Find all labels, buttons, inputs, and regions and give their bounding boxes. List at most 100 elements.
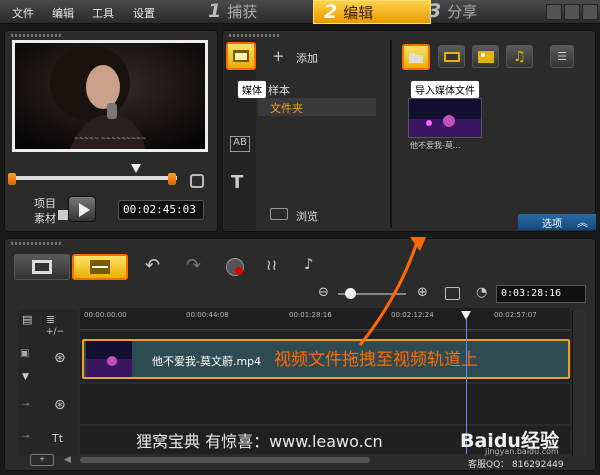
video-track-icon: ⊛	[54, 350, 66, 366]
menu-bar: 文件 编辑 工具 设置 1 捕获 2 编辑 3 分享	[0, 0, 600, 24]
timeline-icon	[90, 260, 110, 274]
trim-bar[interactable]	[12, 176, 177, 180]
media-button[interactable]	[226, 42, 256, 70]
clock-icon: ◔	[476, 285, 488, 300]
concert-image	[409, 99, 481, 137]
svg-text:~~~~~ ~~~~~~~~~: ~~~~~ ~~~~~~~~~	[74, 135, 146, 142]
add-track-button[interactable]: +	[30, 454, 54, 466]
clip-thumbnail	[86, 341, 132, 377]
overlay-track-icon: ⊛	[54, 397, 66, 413]
play-icon	[79, 203, 90, 217]
options-button[interactable]: 选项 ︽	[518, 214, 596, 230]
ruler-label: 00:00:44:08	[186, 311, 229, 319]
trim-end-handle[interactable]	[168, 173, 176, 185]
scroll-left-icon[interactable]: ◀	[64, 455, 71, 465]
minimize-button[interactable]	[546, 4, 562, 20]
browse-label[interactable]: 浏览	[296, 208, 318, 224]
preview-screen: ~~~~~ ~~~~~~~~~	[12, 40, 208, 152]
panel-grip	[11, 34, 61, 37]
track-manager-icon[interactable]: ▤	[22, 313, 32, 326]
timecode-field[interactable]: 00:02:45:03	[118, 200, 204, 220]
annotation-arrow	[358, 237, 426, 346]
title-track-icon: Tt	[52, 432, 64, 445]
panel-grip	[11, 242, 61, 245]
timeline-view-button[interactable]	[72, 254, 128, 280]
media-tooltip: 媒体	[237, 80, 267, 99]
text-tool-icon[interactable]: T	[231, 172, 243, 193]
sample-folder-label[interactable]: 样本	[268, 82, 290, 98]
folder-label: 文件夹	[270, 102, 303, 115]
step-label: 编辑	[343, 3, 374, 22]
project-label[interactable]: 项目	[34, 195, 56, 211]
horizontal-scrollbar[interactable]	[80, 457, 370, 463]
media-thumbnail[interactable]	[408, 98, 482, 138]
project-duration-value: 0:03:28:16	[501, 288, 562, 299]
folder-icon	[409, 52, 423, 63]
step-number: 1	[208, 0, 222, 22]
add-remove-tracks[interactable]: +/−	[46, 327, 64, 337]
menu-tools[interactable]: 工具	[92, 5, 114, 21]
audio-filter-button[interactable]: ♫	[506, 45, 533, 68]
video-clip[interactable]: 他不爱我-莫文蔚.mp4 视频文件拖拽至视频轨道上	[82, 339, 570, 379]
clip-name: 他不爱我-莫文蔚.mp4	[152, 355, 262, 368]
timecode-value: 00:02:45:03	[123, 203, 196, 216]
fit-project-icon[interactable]	[445, 287, 460, 300]
options-label: 选项	[542, 219, 562, 230]
list-icon: ☰	[557, 50, 567, 63]
project-duration-field[interactable]: 0:03:28:16	[496, 285, 586, 303]
collapse-icon: ︽	[577, 216, 588, 229]
auto-music-icon[interactable]: ♪	[304, 255, 314, 273]
music-note-icon: ♫	[513, 48, 526, 65]
ruler-label: 00:02:57:07	[494, 311, 537, 319]
close-button[interactable]	[582, 4, 598, 20]
media-icon	[233, 50, 249, 62]
video-filter-button[interactable]	[438, 45, 465, 68]
support-qq: 客服QQ： 816292449	[468, 460, 564, 470]
tab-share[interactable]: 3 分享	[428, 0, 518, 22]
link-icon[interactable]: ⊸	[22, 432, 30, 442]
thumbnail-caption: 他不爱我-莫...	[410, 141, 461, 150]
split-clip-icon[interactable]	[190, 174, 204, 188]
zoom-out-icon[interactable]: ⊖	[318, 285, 329, 300]
add-icon[interactable]: +	[272, 47, 285, 65]
undo-icon[interactable]: ↶	[145, 255, 160, 276]
menu-file[interactable]: 文件	[12, 5, 34, 21]
maximize-button[interactable]	[564, 4, 580, 20]
menu-edit[interactable]: 编辑	[52, 5, 74, 21]
add-label[interactable]: 添加	[296, 50, 318, 66]
redo-icon[interactable]: ↷	[186, 255, 201, 276]
tab-edit[interactable]: 2 编辑	[313, 0, 431, 24]
vertical-scrollbar[interactable]	[572, 310, 586, 456]
menu-settings[interactable]: 设置	[133, 5, 155, 21]
film-strip-icon	[32, 260, 52, 274]
trim-start-handle[interactable]	[8, 173, 16, 185]
mode-indicator	[58, 210, 68, 220]
import-media-button[interactable]	[402, 44, 430, 70]
list-view-button[interactable]: ☰	[550, 45, 574, 68]
track-list-icon[interactable]: ≣	[46, 313, 55, 326]
video-track-toggle-icon[interactable]: ▣	[20, 348, 29, 359]
play-button[interactable]	[68, 196, 96, 222]
panel-grip	[229, 34, 279, 37]
step-label: 捕获	[227, 2, 258, 21]
tab-capture[interactable]: 1 捕获	[208, 0, 308, 22]
baidu-site: jingyan.baidu.com	[485, 447, 559, 456]
step-number: 3	[428, 0, 442, 22]
singer-image: ~~~~~ ~~~~~~~~~	[15, 43, 205, 149]
record-capture-icon[interactable]	[226, 258, 244, 276]
folder-item-selected[interactable]: 文件夹	[258, 98, 376, 116]
browse-icon[interactable]	[270, 208, 288, 220]
link-icon[interactable]: ⊸	[22, 400, 30, 410]
expand-arrow-icon[interactable]: ▼	[22, 372, 29, 382]
library-divider	[390, 40, 392, 228]
clip-label[interactable]: 素材	[34, 210, 56, 226]
image-filter-button[interactable]	[472, 45, 499, 68]
image-icon	[477, 50, 494, 63]
storyboard-view-button[interactable]	[14, 254, 70, 280]
sound-mixer-icon[interactable]: ≀≀	[266, 256, 277, 274]
title-tool-icon[interactable]: AB	[230, 136, 250, 152]
watermark-text: 狸窝宝典 有惊喜：www.leawo.cn	[136, 432, 383, 451]
step-number: 2	[324, 1, 338, 23]
overlay-track[interactable]	[80, 384, 570, 424]
scrubber-handle[interactable]	[131, 164, 141, 173]
